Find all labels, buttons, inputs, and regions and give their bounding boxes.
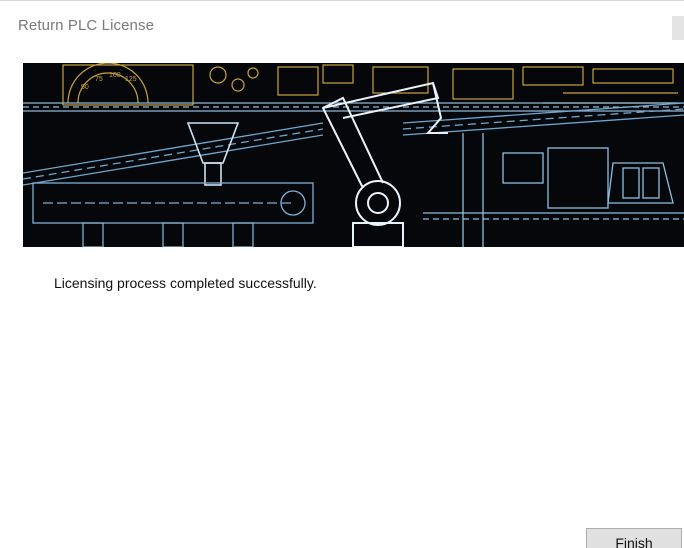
finish-button[interactable]: Finish xyxy=(586,528,682,548)
window-top-edge xyxy=(0,0,684,9)
window-control-stub[interactable] xyxy=(672,16,684,40)
gauge-label: 100 xyxy=(109,72,121,79)
wizard-window: Return PLC License 75 100 125 50 Licensi… xyxy=(0,0,684,548)
gauge-label: 125 xyxy=(125,76,137,83)
gauge-label: 75 xyxy=(95,76,103,83)
banner-image: 75 100 125 50 xyxy=(23,63,684,247)
status-message: Licensing process completed successfully… xyxy=(54,275,317,291)
gauge-label: 50 xyxy=(81,84,89,91)
extruder-machine xyxy=(32,182,314,247)
gauge-tick-labels: 75 100 125 50 xyxy=(81,72,137,91)
factory-blueprint-illustration: 75 100 125 50 xyxy=(23,63,684,247)
hopper xyxy=(186,122,240,186)
gauge-panel xyxy=(62,63,678,106)
window-title: Return PLC License xyxy=(18,17,155,34)
right-machinery xyxy=(423,133,684,247)
